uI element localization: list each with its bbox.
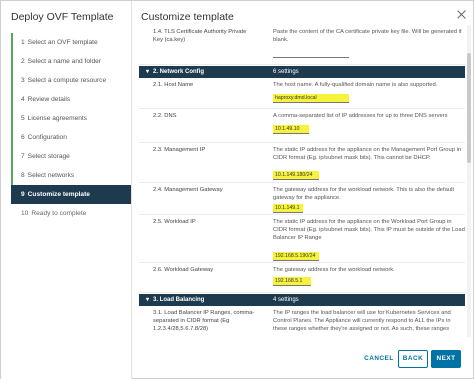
host-name-desc: The host name. A fully-qualified domain … [273, 82, 438, 88]
scrollbar-thumb[interactable] [467, 53, 471, 163]
page-title: Customize template [141, 11, 234, 23]
wizard-step-3[interactable]: 3 Select a compute resource [11, 71, 131, 90]
tls-key-label: 1.4. TLS Certificate Authority Private K… [153, 29, 247, 43]
dns-input[interactable]: 10.1.49.10 [273, 125, 309, 134]
wizard-step-2[interactable]: 2 Select a name and folder [11, 52, 131, 71]
section-load-balancing[interactable]: ▾ 3. Load Balancing 4 settings [139, 294, 465, 306]
wizard-steps: 1 Select an OVF template 2 Select a name a… [11, 33, 131, 223]
host-name-input[interactable]: haproxy.dmd.local [273, 94, 349, 103]
wizard-step-5[interactable]: 5 License agreements [11, 109, 131, 128]
row-lb-ip-ranges: 3.1. Load Balancer IP Ranges, comma-sepa… [139, 306, 465, 337]
row-management-gateway: 2.4. Management Gateway The gateway addr… [139, 183, 465, 215]
dns-desc: A comma-separated list of IP addresses f… [273, 113, 448, 119]
wizard-footer: CANCEL BACK NEXT [133, 341, 474, 379]
main-content: Customize template 1.4. TLS Certificate … [133, 1, 474, 379]
host-name-label: 2.1. Host Name [153, 82, 194, 88]
template-properties: 1.4. TLS Certificate Authority Private K… [139, 25, 465, 337]
management-gateway-desc: The gateway address for the workload net… [273, 187, 454, 202]
workload-ip-label: 2.5. Workload IP [153, 219, 196, 225]
management-ip-input[interactable]: 10.1.149.180/24 [273, 171, 319, 180]
row-workload-ip: 2.5. Workload IP The static IP address f… [139, 215, 465, 263]
wizard-step-4[interactable]: 4 Review details [11, 90, 131, 109]
management-gateway-input[interactable]: 10.1.149.1 [273, 204, 303, 213]
wizard-step-1[interactable]: 1 Select an OVF template [11, 33, 131, 52]
management-ip-label: 2.3. Management IP [153, 147, 206, 153]
cancel-button[interactable]: CANCEL [361, 350, 397, 368]
wizard-sidebar: Deploy OVF Template 1 Select an OVF templ… [1, 1, 132, 379]
wizard-step-6[interactable]: 6 Configuration [11, 128, 131, 147]
row-dns: 2.2. DNS A comma-separated list of IP ad… [139, 109, 465, 143]
wizard-step-8[interactable]: 8 Select networks [11, 166, 131, 185]
chevron-down-icon: ▾ [146, 69, 150, 75]
wizard-title: Deploy OVF Template [11, 11, 114, 23]
lb-ip-ranges-desc: The IP ranges the load balancer will use… [273, 310, 451, 333]
management-gateway-label: 2.4. Management Gateway [153, 187, 223, 193]
lb-ip-ranges-label: 3.1. Load Balancer IP Ranges, comma-sepa… [153, 310, 255, 332]
chevron-down-icon: ▾ [146, 297, 150, 303]
wizard-step-10[interactable]: 10 Ready to complete [11, 204, 131, 223]
back-button[interactable]: BACK [398, 350, 428, 368]
dns-label: 2.2. DNS [153, 113, 177, 119]
workload-gateway-desc: The gateway address for the workload net… [273, 267, 395, 273]
management-ip-desc: The static IP address for the appliance … [273, 147, 462, 162]
close-icon[interactable] [457, 9, 467, 19]
row-host-name: 2.1. Host Name The host name. A fully-qu… [139, 78, 465, 109]
workload-ip-desc: The static IP address for the appliance … [273, 219, 465, 242]
workload-gateway-input[interactable]: 192.168.5.1 [273, 277, 311, 286]
workload-gateway-label: 2.6. Workload Gateway [153, 267, 214, 273]
section-network-config[interactable]: ▾ 2. Network Config 6 settings [139, 66, 465, 78]
wizard-step-7[interactable]: 7 Select storage [11, 147, 131, 166]
scrollbar[interactable] [467, 25, 471, 337]
tls-key-desc: Paste the content of the CA certificate … [273, 29, 462, 44]
dialog: Deploy OVF Template 1 Select an OVF templ… [0, 0, 474, 379]
row-management-ip: 2.3. Management IP The static IP address… [139, 143, 465, 183]
next-button[interactable]: NEXT [431, 350, 461, 368]
wizard-step-9[interactable]: 9 Customize template [11, 185, 131, 204]
row-tls-key: 1.4. TLS Certificate Authority Private K… [139, 25, 465, 65]
row-workload-gateway: 2.6. Workload Gateway The gateway addres… [139, 263, 465, 293]
workload-ip-input[interactable]: 192.168.5.190/24 [273, 252, 319, 261]
tls-key-input[interactable] [273, 49, 349, 58]
